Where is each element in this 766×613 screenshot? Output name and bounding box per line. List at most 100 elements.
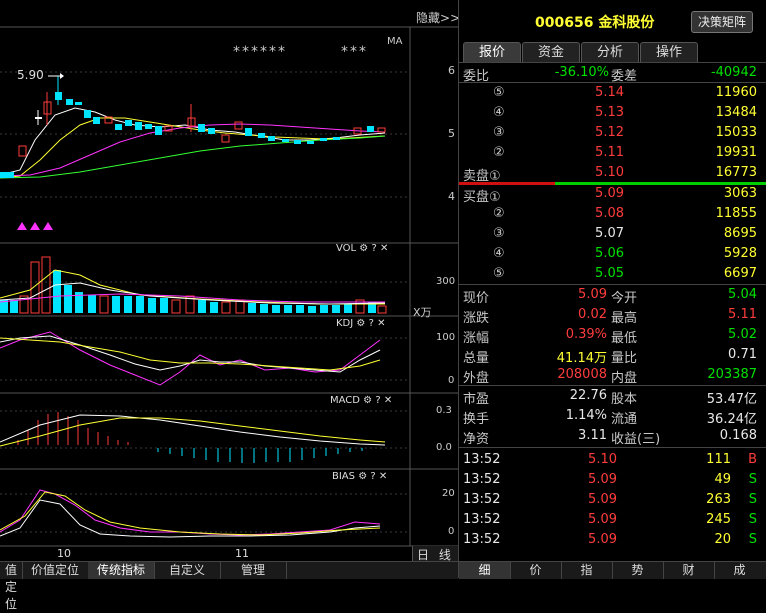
buy-row[interactable]: ② 5.08 11855	[459, 204, 766, 224]
stat-value: 0.39%	[565, 327, 607, 342]
quote-row: 涨幅 0.39% 最低 5.02	[459, 325, 766, 346]
stat-value: 208008	[557, 367, 607, 382]
bias-axis-label: 0	[448, 526, 455, 537]
buy-row[interactable]: ③ 5.07 8695	[459, 224, 766, 244]
stat-value: 22.76	[569, 388, 607, 403]
detail-tab-bar: 细 价 指 势 财 成	[459, 561, 766, 579]
stat-label: 换手	[463, 412, 490, 427]
tick-price: 5.09	[588, 512, 617, 527]
close-icon[interactable]: ✕	[380, 243, 388, 254]
kline-svg[interactable]	[0, 0, 458, 578]
tab-value-position[interactable]: 价值定位	[22, 562, 89, 579]
decision-matrix-button[interactable]: 决策矩阵	[691, 11, 753, 33]
stat-label: 最高	[611, 311, 638, 326]
stat-label: 量比	[611, 351, 638, 366]
quote-row: 外盘 208008 内盘 203387	[459, 365, 766, 386]
tab-trend[interactable]: 势	[612, 562, 664, 579]
level-label: ⑤	[493, 85, 505, 100]
sell-row[interactable]: ② 5.11 19931	[459, 143, 766, 163]
tab-price[interactable]: 价	[510, 562, 562, 579]
stat-label: 内盘	[611, 371, 638, 386]
help-icon[interactable]: ?	[369, 318, 374, 329]
sell-price: 5.13	[595, 105, 624, 120]
stat-value: 203387	[707, 367, 757, 382]
tab-constituents[interactable]: 成	[714, 562, 765, 579]
macd-label: MACD	[330, 395, 360, 406]
buy-price: 5.05	[595, 266, 624, 281]
tick-time: 13:52	[463, 492, 501, 507]
stat-value: 5.04	[728, 287, 757, 302]
sell-price: 5.11	[595, 145, 624, 160]
tab-value-position-partial[interactable]: 值定位	[0, 562, 23, 611]
signal-stars-a: ******	[233, 44, 287, 60]
level-label: ④	[493, 105, 505, 120]
stat-label: 收益(三)	[611, 432, 661, 447]
tab-detail[interactable]: 细	[459, 562, 511, 579]
kdj-indicator-header: KDJ ⚙ ? ✕	[336, 318, 385, 329]
close-icon[interactable]: ✕	[379, 471, 387, 482]
sell-row[interactable]: ③ 5.12 15033	[459, 123, 766, 143]
tick-volume: 49	[714, 472, 731, 487]
close-icon[interactable]: ✕	[377, 318, 385, 329]
stat-label: 外盘	[463, 371, 490, 386]
hide-panel-button[interactable]: 隐藏>>	[416, 9, 460, 26]
tab-analysis[interactable]: 分析	[581, 42, 639, 62]
tab-operate[interactable]: 操作	[640, 42, 698, 62]
bias-indicator-header: BIAS ⚙ ? ✕	[332, 471, 387, 482]
tick-time: 13:52	[463, 512, 501, 527]
vol-indicator-header: VOL ⚙ ? ✕	[336, 243, 388, 254]
buy-price: 5.07	[595, 226, 624, 241]
gear-icon[interactable]: ⚙	[358, 471, 367, 482]
tick-side: B	[748, 452, 757, 467]
stat-value: 0.168	[719, 428, 757, 443]
gear-icon[interactable]: ⚙	[356, 318, 365, 329]
tick-row: 13:52 5.09 245 S	[459, 510, 766, 530]
vol-unit-label: X万	[413, 306, 432, 319]
buy-row[interactable]: ⑤ 5.05 6697	[459, 264, 766, 284]
sell-row[interactable]: ④ 5.13 13484	[459, 103, 766, 123]
tab-manage[interactable]: 管理	[220, 562, 287, 579]
help-icon[interactable]: ?	[371, 243, 376, 254]
date-label: 10	[57, 547, 71, 560]
stat-label: 市盈	[463, 392, 490, 407]
sell-volume: 11960	[715, 85, 757, 100]
tab-finance[interactable]: 财	[663, 562, 715, 579]
tick-time: 13:52	[463, 472, 501, 487]
close-icon[interactable]: ✕	[384, 395, 392, 406]
period-line[interactable]: 线	[439, 548, 451, 562]
stat-label: 流通	[611, 412, 638, 427]
stat-label: 净资	[463, 432, 490, 447]
gear-icon[interactable]: ⚙	[363, 395, 372, 406]
period-day[interactable]: 日	[417, 548, 429, 562]
tick-volume: 245	[706, 512, 731, 527]
buy-row[interactable]: 买盘① 5.09 3063	[459, 184, 766, 205]
quote-row: 涨跌 0.02 最高 5.11	[459, 305, 766, 326]
tab-index[interactable]: 指	[561, 562, 613, 579]
stat-value: 1.14%	[565, 408, 607, 423]
signal-markers	[17, 222, 53, 230]
tick-price: 5.10	[588, 452, 617, 467]
tab-traditional-indicators[interactable]: 传统指标	[88, 562, 155, 579]
gear-icon[interactable]: ⚙	[359, 243, 368, 254]
buy-volume: 5928	[723, 246, 757, 261]
quote-panel: 000656 金科股份 决策矩阵 报价 资金 分析 操作 委比 -36.10% …	[458, 0, 766, 579]
sell-row[interactable]: 卖盘① 5.10 16773	[459, 163, 766, 184]
tab-quote[interactable]: 报价	[463, 42, 521, 62]
quote-row: 市盈 22.76 股本 53.47亿	[459, 386, 766, 407]
stat-label: 现价	[463, 291, 490, 306]
sell-row[interactable]: ⑤ 5.14 11960	[459, 83, 766, 103]
tick-side: S	[748, 472, 757, 487]
tab-custom[interactable]: 自定义	[154, 562, 221, 579]
kline-chart-area[interactable]: 隐藏>> MA ****** *** 5.90 6 5 4 VOL ⚙ ? ✕ …	[0, 0, 460, 611]
sell-price: 5.10	[595, 165, 624, 180]
help-icon[interactable]: ?	[375, 395, 380, 406]
period-selector[interactable]: 日 线	[412, 546, 459, 562]
tick-price: 5.09	[588, 492, 617, 507]
buy-row[interactable]: ④ 5.06 5928	[459, 244, 766, 264]
help-icon[interactable]: ?	[370, 471, 375, 482]
sell-volume: 13484	[715, 105, 757, 120]
stat-label: 涨幅	[463, 331, 490, 346]
stat-value: 3.11	[578, 428, 607, 443]
stat-label: 股本	[611, 392, 638, 407]
tab-funds[interactable]: 资金	[522, 42, 580, 62]
